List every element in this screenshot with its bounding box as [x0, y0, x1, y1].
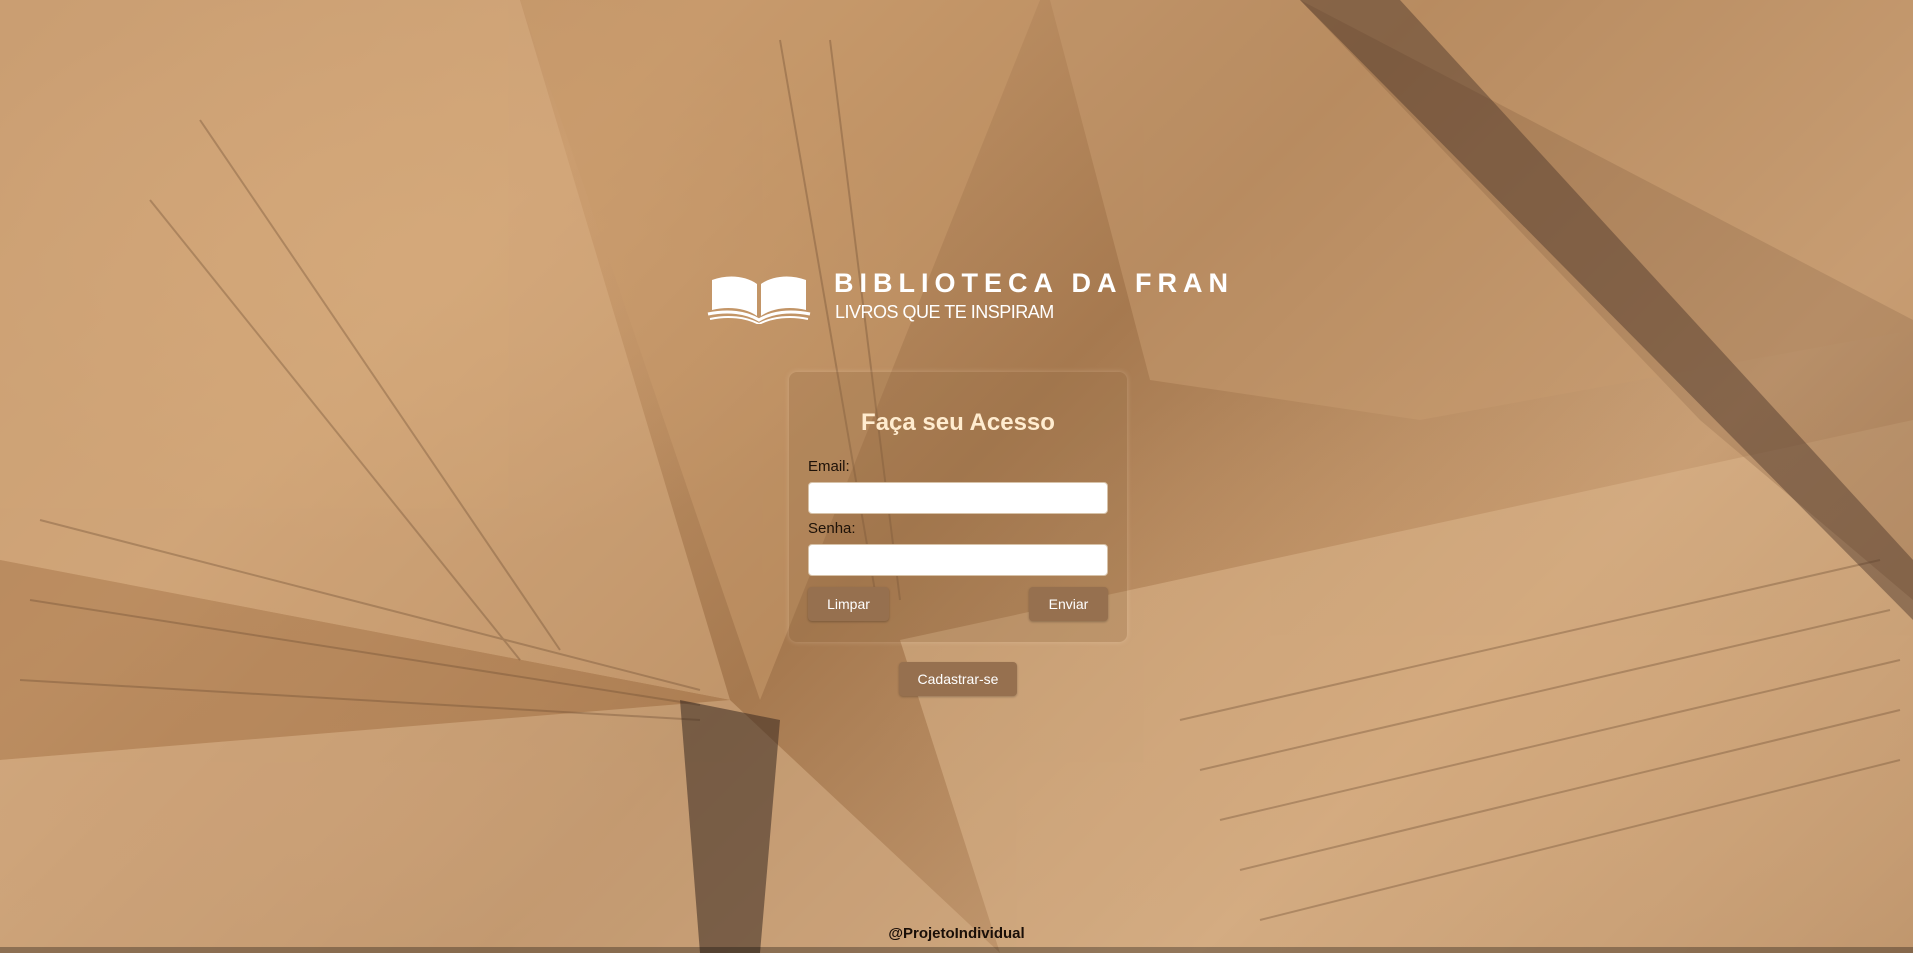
email-input[interactable] [808, 482, 1108, 514]
email-label: Email: [808, 458, 850, 475]
register-button[interactable]: Cadastrar-se [899, 662, 1017, 696]
password-label: Senha: [808, 520, 856, 537]
login-form: Faça seu Acesso Email: Senha: Limpar Env… [789, 372, 1127, 642]
footer-credit: @ProjetoIndividual [888, 925, 1025, 942]
clear-button[interactable]: Limpar [808, 587, 889, 621]
brand-logo: BIBLIOTECA DA FRAN LIVROS QUE TE INSPIRA… [706, 268, 1228, 328]
open-book-icon [707, 276, 811, 324]
login-title: Faça seu Acesso [861, 409, 1055, 436]
password-input[interactable] [808, 544, 1108, 576]
brand-subtitle: LIVROS QUE TE INSPIRAM [835, 302, 1054, 322]
login-page: BIBLIOTECA DA FRAN LIVROS QUE TE INSPIRA… [0, 0, 1913, 953]
brand-title: BIBLIOTECA DA FRAN [834, 268, 1234, 298]
submit-button[interactable]: Enviar [1029, 587, 1108, 621]
